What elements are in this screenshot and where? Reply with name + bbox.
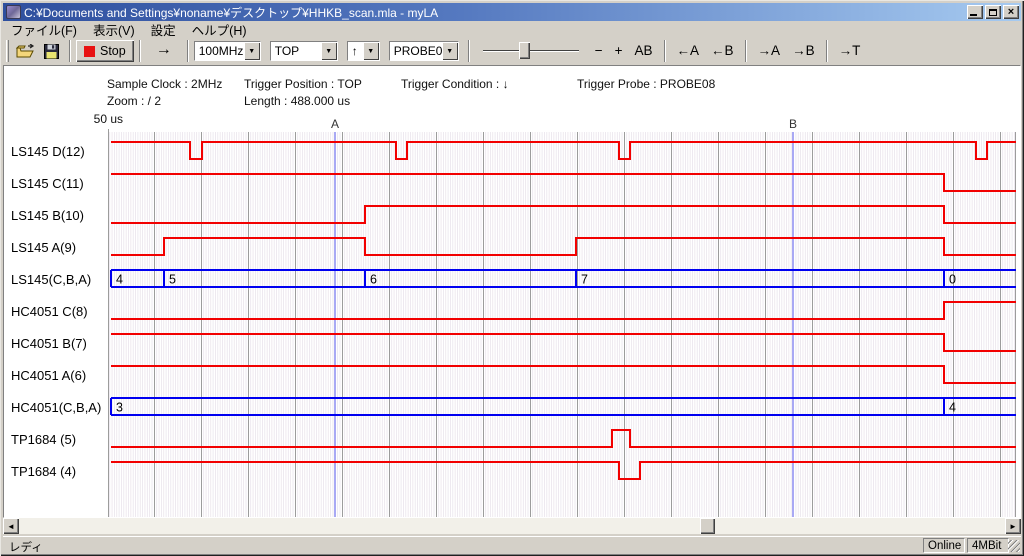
- minimize-button[interactable]: [967, 5, 983, 19]
- chevron-down-icon[interactable]: ▼: [321, 42, 337, 60]
- grid-fine: [110, 132, 1015, 518]
- length-info: Length : 488.000 us: [244, 94, 350, 108]
- channel-label: HC4051 A(6): [11, 368, 86, 382]
- zoom-slider[interactable]: [481, 40, 581, 62]
- chevron-down-icon[interactable]: ▼: [363, 42, 379, 60]
- zoom-slider-track[interactable]: [483, 50, 579, 52]
- bus-value-label: 5: [169, 273, 176, 287]
- resize-grip-icon[interactable]: [1008, 540, 1020, 552]
- channel-label: LS145(C,B,A): [11, 272, 91, 286]
- waveform-client-area: Sample Clock : 2MHz Trigger Position : T…: [3, 65, 1021, 518]
- status-online-badge: Online: [923, 538, 965, 553]
- toolbar-separator: [139, 40, 141, 62]
- sample-clock-info: Sample Clock : 2MHz: [107, 77, 222, 91]
- close-button[interactable]: ×: [1003, 5, 1019, 19]
- horizontal-scrollbar[interactable]: ◄ ►: [3, 518, 1021, 534]
- sample-clock-value: 100MHz: [195, 42, 244, 60]
- trigger-position-value: TOP: [271, 42, 321, 60]
- stop-button[interactable]: Stop: [76, 40, 134, 62]
- minimize-icon: [970, 14, 977, 16]
- waveform-plot[interactable]: 4 5 6 7 0 3 4: [108, 129, 1017, 518]
- toolbar-separator: [745, 40, 747, 62]
- ab-range-button[interactable]: AB: [629, 40, 659, 62]
- goto-marker-a-left-button[interactable]: ←A: [671, 40, 706, 62]
- channel-label: HC4051(C,B,A): [11, 400, 101, 414]
- waveform-svg: 4 5 6 7 0 3 4: [109, 129, 1018, 518]
- run-button[interactable]: →: [146, 40, 182, 62]
- goto-trigger-button[interactable]: →T: [833, 40, 867, 62]
- zoom-slider-thumb[interactable]: [519, 42, 530, 59]
- status-ready-text: レディ: [9, 539, 43, 555]
- goto-marker-b-right-button[interactable]: →B: [786, 40, 821, 62]
- chevron-down-icon[interactable]: ▼: [244, 42, 260, 60]
- channel-label: TP1684 (4): [11, 464, 76, 478]
- bus-value-label: 7: [581, 273, 588, 287]
- toolbar: Stop → 100MHz ▼ TOP ▼ ↑ ▼ PROBE00 ▼ − + …: [3, 37, 1021, 65]
- toolbar-grip: [6, 40, 9, 62]
- bus-value-label: 4: [116, 273, 123, 287]
- scroll-left-button[interactable]: ◄: [3, 518, 19, 534]
- chevron-down-icon[interactable]: ▼: [442, 42, 458, 60]
- stop-icon: [84, 46, 95, 57]
- channel-label: HC4051 B(7): [11, 336, 87, 350]
- channel-label: TP1684 (5): [11, 432, 76, 446]
- toolbar-separator: [187, 40, 189, 62]
- bus-value-label: 6: [370, 273, 377, 287]
- app-icon: [6, 5, 21, 19]
- probe-select[interactable]: PROBE00 ▼: [389, 41, 459, 61]
- scroll-right-button[interactable]: ►: [1005, 518, 1021, 534]
- channel-label: LS145 B(10): [11, 208, 84, 222]
- trigger-position-select[interactable]: TOP ▼: [270, 41, 338, 61]
- maximize-button[interactable]: [985, 5, 1001, 19]
- save-floppy-icon: [44, 44, 59, 59]
- scrollbar-thumb[interactable]: [700, 518, 715, 534]
- toolbar-separator: [826, 40, 828, 62]
- channel-label: LS145 C(11): [11, 176, 84, 190]
- trigger-position-info: Trigger Position : TOP: [244, 77, 362, 91]
- sample-clock-select[interactable]: 100MHz ▼: [194, 41, 261, 61]
- zoom-out-button[interactable]: −: [589, 40, 609, 62]
- open-file-button[interactable]: [12, 40, 38, 62]
- toolbar-separator: [468, 40, 470, 62]
- trigger-edge-select[interactable]: ↑ ▼: [347, 41, 380, 61]
- save-file-button[interactable]: [38, 40, 64, 62]
- goto-marker-b-left-button[interactable]: ←B: [705, 40, 740, 62]
- toolbar-separator: [69, 40, 71, 62]
- close-icon: ×: [1008, 7, 1014, 17]
- open-folder-icon: [16, 44, 35, 59]
- statusbar: レディ Online 4MBit: [3, 536, 1021, 553]
- status-memory-badge: 4MBit: [967, 538, 1009, 553]
- menubar: ファイル(F) 表示(V) 設定 ヘルプ(H): [3, 21, 1021, 37]
- goto-marker-a-right-button[interactable]: →A: [752, 40, 787, 62]
- probe-value: PROBE00: [390, 42, 442, 60]
- channel-label: HC4051 C(8): [11, 304, 88, 318]
- stop-label: Stop: [100, 44, 126, 58]
- toolbar-separator: [664, 40, 666, 62]
- time-scale-label: 50 us: [83, 112, 123, 126]
- zoom-info: Zoom : / 2: [107, 94, 161, 108]
- bus-value-label: 3: [116, 401, 123, 415]
- bus-value-label: 4: [949, 401, 956, 415]
- app-window: C:¥Documents and Settings¥noname¥デスクトップ¥…: [0, 0, 1024, 556]
- trigger-edge-value: ↑: [348, 42, 363, 60]
- trigger-condition-info: Trigger Condition : ↓: [401, 77, 509, 91]
- zoom-in-button[interactable]: +: [609, 40, 629, 62]
- channel-label: LS145 A(9): [11, 240, 76, 254]
- trigger-probe-info: Trigger Probe : PROBE08: [577, 77, 715, 91]
- maximize-icon: [989, 9, 997, 16]
- bus-value-label: 0: [949, 273, 956, 287]
- channel-label: LS145 D(12): [11, 144, 85, 158]
